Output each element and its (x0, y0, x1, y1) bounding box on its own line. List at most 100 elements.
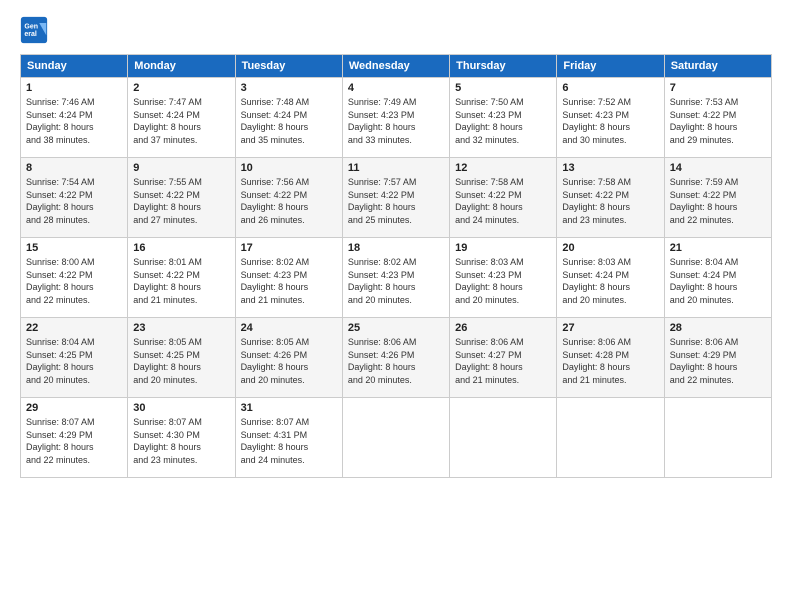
day-info: Sunrise: 8:03 AM Sunset: 4:24 PM Dayligh… (562, 256, 658, 306)
day-info: Sunrise: 7:46 AM Sunset: 4:24 PM Dayligh… (26, 96, 122, 146)
day-info: Sunrise: 7:58 AM Sunset: 4:22 PM Dayligh… (455, 176, 551, 226)
page: Gen eral SundayMondayTuesdayWednesdayThu… (0, 0, 792, 612)
day-number: 23 (133, 322, 229, 334)
day-number: 5 (455, 82, 551, 94)
day-cell: 1Sunrise: 7:46 AM Sunset: 4:24 PM Daylig… (21, 78, 128, 158)
week-row-5: 29 Sunrise: 8:07 AM Sunset: 4:29 PM Dayli… (21, 398, 772, 478)
day-cell (664, 398, 771, 478)
day-info: Sunrise: 8:06 AM Sunset: 4:26 PM Dayligh… (348, 336, 444, 386)
day-info: Sunrise: 8:07 AM Sunset: 4:31 PM Dayligh… (241, 416, 337, 466)
day-info: Sunrise: 8:06 AM Sunset: 4:27 PM Dayligh… (455, 336, 551, 386)
day-info: Sunrise: 8:01 AM Sunset: 4:22 PM Dayligh… (133, 256, 229, 306)
day-number: 8 (26, 162, 122, 174)
week-row-4: 22 Sunrise: 8:04 AM Sunset: 4:25 PM Dayli… (21, 318, 772, 398)
day-number: 16 (133, 242, 229, 254)
header: Gen eral (20, 16, 772, 44)
day-info: Sunrise: 7:57 AM Sunset: 4:22 PM Dayligh… (348, 176, 444, 226)
day-number: 21 (670, 242, 766, 254)
day-cell (342, 398, 449, 478)
day-info: Sunrise: 7:56 AM Sunset: 4:22 PM Dayligh… (241, 176, 337, 226)
day-number: 7 (670, 82, 766, 94)
day-info: Sunrise: 7:48 AM Sunset: 4:24 PM Dayligh… (241, 96, 337, 146)
day-cell: 22 Sunrise: 8:04 AM Sunset: 4:25 PM Dayli… (21, 318, 128, 398)
day-number: 19 (455, 242, 551, 254)
logo-icon: Gen eral (20, 16, 48, 44)
day-cell: 23 Sunrise: 8:05 AM Sunset: 4:25 PM Dayli… (128, 318, 235, 398)
calendar-header: SundayMondayTuesdayWednesdayThursdayFrid… (21, 55, 772, 78)
day-cell: 19Sunrise: 8:03 AM Sunset: 4:23 PM Dayli… (450, 238, 557, 318)
day-info: Sunrise: 8:06 AM Sunset: 4:28 PM Dayligh… (562, 336, 658, 386)
day-info: Sunrise: 8:05 AM Sunset: 4:25 PM Dayligh… (133, 336, 229, 386)
day-cell: 17 Sunrise: 8:02 AM Sunset: 4:23 PM Dayli… (235, 238, 342, 318)
day-info: Sunrise: 8:04 AM Sunset: 4:25 PM Dayligh… (26, 336, 122, 386)
day-number: 9 (133, 162, 229, 174)
day-info: Sunrise: 8:04 AM Sunset: 4:24 PM Dayligh… (670, 256, 766, 306)
day-cell: 9 Sunrise: 7:55 AM Sunset: 4:22 PM Daylig… (128, 158, 235, 238)
day-number: 22 (26, 322, 122, 334)
day-cell: 15 Sunrise: 8:00 AM Sunset: 4:22 PM Dayli… (21, 238, 128, 318)
weekday-header-monday: Monday (128, 55, 235, 78)
day-info: Sunrise: 8:00 AM Sunset: 4:22 PM Dayligh… (26, 256, 122, 306)
logo: Gen eral (20, 16, 52, 44)
day-number: 6 (562, 82, 658, 94)
day-cell: 29 Sunrise: 8:07 AM Sunset: 4:29 PM Dayli… (21, 398, 128, 478)
day-cell: 28Sunrise: 8:06 AM Sunset: 4:29 PM Dayli… (664, 318, 771, 398)
day-cell: 4 Sunrise: 7:49 AM Sunset: 4:23 PM Daylig… (342, 78, 449, 158)
day-number: 15 (26, 242, 122, 254)
week-row-2: 8Sunrise: 7:54 AM Sunset: 4:22 PM Daylig… (21, 158, 772, 238)
day-cell: 18Sunrise: 8:02 AM Sunset: 4:23 PM Dayli… (342, 238, 449, 318)
day-number: 3 (241, 82, 337, 94)
day-cell: 3 Sunrise: 7:48 AM Sunset: 4:24 PM Daylig… (235, 78, 342, 158)
day-cell: 8Sunrise: 7:54 AM Sunset: 4:22 PM Daylig… (21, 158, 128, 238)
day-number: 14 (670, 162, 766, 174)
day-cell: 30 Sunrise: 8:07 AM Sunset: 4:30 PM Dayli… (128, 398, 235, 478)
svg-text:Gen: Gen (24, 23, 38, 30)
day-cell: 13Sunrise: 7:58 AM Sunset: 4:22 PM Dayli… (557, 158, 664, 238)
day-info: Sunrise: 8:07 AM Sunset: 4:30 PM Dayligh… (133, 416, 229, 466)
day-number: 29 (26, 402, 122, 414)
day-info: Sunrise: 7:59 AM Sunset: 4:22 PM Dayligh… (670, 176, 766, 226)
svg-text:eral: eral (24, 31, 37, 38)
day-cell: 5 Sunrise: 7:50 AM Sunset: 4:23 PM Daylig… (450, 78, 557, 158)
day-cell: 21 Sunrise: 8:04 AM Sunset: 4:24 PM Dayli… (664, 238, 771, 318)
day-number: 24 (241, 322, 337, 334)
weekday-header-saturday: Saturday (664, 55, 771, 78)
day-number: 10 (241, 162, 337, 174)
day-number: 2 (133, 82, 229, 94)
calendar: SundayMondayTuesdayWednesdayThursdayFrid… (20, 54, 772, 478)
day-info: Sunrise: 7:47 AM Sunset: 4:24 PM Dayligh… (133, 96, 229, 146)
day-cell: 20 Sunrise: 8:03 AM Sunset: 4:24 PM Dayli… (557, 238, 664, 318)
day-cell: 24Sunrise: 8:05 AM Sunset: 4:26 PM Dayli… (235, 318, 342, 398)
day-number: 30 (133, 402, 229, 414)
day-number: 17 (241, 242, 337, 254)
day-cell: 16 Sunrise: 8:01 AM Sunset: 4:22 PM Dayli… (128, 238, 235, 318)
week-row-1: 1Sunrise: 7:46 AM Sunset: 4:24 PM Daylig… (21, 78, 772, 158)
day-cell: 7 Sunrise: 7:53 AM Sunset: 4:22 PM Daylig… (664, 78, 771, 158)
weekday-header-tuesday: Tuesday (235, 55, 342, 78)
day-info: Sunrise: 7:53 AM Sunset: 4:22 PM Dayligh… (670, 96, 766, 146)
day-number: 27 (562, 322, 658, 334)
day-cell: 12 Sunrise: 7:58 AM Sunset: 4:22 PM Dayli… (450, 158, 557, 238)
day-number: 11 (348, 162, 444, 174)
day-cell: 31Sunrise: 8:07 AM Sunset: 4:31 PM Dayli… (235, 398, 342, 478)
day-cell: 11 Sunrise: 7:57 AM Sunset: 4:22 PM Dayli… (342, 158, 449, 238)
day-number: 4 (348, 82, 444, 94)
weekday-header-sunday: Sunday (21, 55, 128, 78)
day-number: 12 (455, 162, 551, 174)
day-number: 13 (562, 162, 658, 174)
day-info: Sunrise: 8:06 AM Sunset: 4:29 PM Dayligh… (670, 336, 766, 386)
day-number: 20 (562, 242, 658, 254)
day-info: Sunrise: 7:52 AM Sunset: 4:23 PM Dayligh… (562, 96, 658, 146)
day-info: Sunrise: 7:50 AM Sunset: 4:23 PM Dayligh… (455, 96, 551, 146)
day-info: Sunrise: 8:07 AM Sunset: 4:29 PM Dayligh… (26, 416, 122, 466)
day-info: Sunrise: 8:02 AM Sunset: 4:23 PM Dayligh… (241, 256, 337, 306)
day-cell: 25 Sunrise: 8:06 AM Sunset: 4:26 PM Dayli… (342, 318, 449, 398)
weekday-header-wednesday: Wednesday (342, 55, 449, 78)
day-info: Sunrise: 7:49 AM Sunset: 4:23 PM Dayligh… (348, 96, 444, 146)
weekday-header-friday: Friday (557, 55, 664, 78)
day-number: 18 (348, 242, 444, 254)
day-info: Sunrise: 7:55 AM Sunset: 4:22 PM Dayligh… (133, 176, 229, 226)
day-number: 25 (348, 322, 444, 334)
day-cell: 2 Sunrise: 7:47 AM Sunset: 4:24 PM Daylig… (128, 78, 235, 158)
week-row-3: 15 Sunrise: 8:00 AM Sunset: 4:22 PM Dayli… (21, 238, 772, 318)
